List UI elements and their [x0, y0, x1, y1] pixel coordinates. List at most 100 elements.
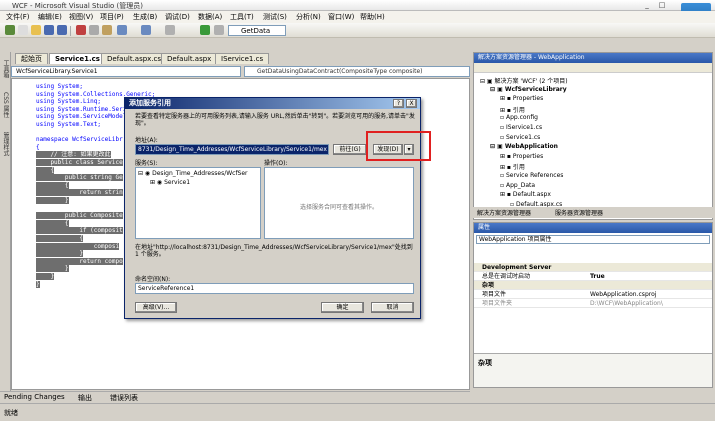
prop-value: WebApplication.csproj	[590, 291, 657, 298]
solution-tree-item[interactable]: ▫ Service1.cs	[500, 134, 540, 141]
tree-item-label: Default.aspx	[512, 191, 551, 199]
save-all-icon[interactable]	[57, 25, 67, 35]
tab-pending-changes[interactable]: Pending Changes	[4, 393, 65, 401]
solution-explorer-title: 解决方案资源管理器 - WebApplication	[474, 53, 712, 63]
advanced-button[interactable]: 高级(V)...	[135, 302, 177, 313]
category-dev-server[interactable]: Development Server	[474, 263, 712, 272]
close-button[interactable]: X	[406, 99, 417, 108]
minimize-button[interactable]: _	[640, 1, 654, 10]
menu-help[interactable]: 帮助(H)	[360, 12, 385, 22]
css-properties-tab[interactable]: CSS 属性	[1, 92, 10, 118]
solution-tree-item[interactable]: ▫ App.config	[500, 114, 538, 121]
code-line: {	[36, 235, 83, 242]
tab-server-explorer[interactable]: 服务器资源管理器	[555, 208, 603, 217]
menu-file[interactable]: 文件(F)	[6, 12, 30, 22]
go-button[interactable]: 前往(G)	[333, 144, 367, 155]
solution-tree-item[interactable]: ⊟ ▣ 解决方案 'WCF' (2 个项目)	[480, 76, 568, 85]
undo-icon[interactable]	[117, 25, 127, 35]
ok-button[interactable]: 确定	[321, 302, 364, 313]
prop-row[interactable]: 总是在调试时启动 True	[474, 272, 712, 281]
solution-explorer: 解决方案资源管理器 - WebApplication ⊟ ▣ 解决方案 'WCF…	[473, 52, 713, 220]
category-misc[interactable]: 杂项	[474, 281, 712, 290]
tab-output[interactable]: 输出	[78, 393, 92, 403]
copy-icon[interactable]	[89, 25, 99, 35]
menu-view[interactable]: 视图(V)	[69, 12, 93, 22]
paste-icon[interactable]	[102, 25, 112, 35]
menu-analyze[interactable]: 分析(N)	[296, 12, 321, 22]
save-icon[interactable]	[44, 25, 54, 35]
menu-tools[interactable]: 工具(T)	[230, 12, 254, 22]
method-dropdown[interactable]: GetDataUsingDataContract(CompositeType c…	[244, 66, 470, 77]
menu-data[interactable]: 数据(A)	[198, 12, 222, 22]
cut-icon[interactable]	[76, 25, 86, 35]
menu-bar: 文件(F) 编辑(E) 视图(V) 项目(P) 生成(B) 调试(D) 数据(A…	[0, 11, 715, 23]
find-combo[interactable]: GetData	[228, 25, 286, 36]
address-label: 地址(A):	[135, 137, 158, 144]
prop-row[interactable]: 项目文件夹 D:\WCF\WebApplication\	[474, 299, 712, 308]
maximize-button[interactable]: □	[655, 1, 669, 10]
code-line: }	[36, 280, 40, 288]
menu-project[interactable]: 项目(P)	[100, 12, 124, 22]
solution-tree-item[interactable]: ⊞ ▪ Properties	[500, 95, 543, 102]
config-icon[interactable]	[214, 25, 224, 35]
service-tree-node[interactable]: ⊞ ◉ Service1	[150, 179, 190, 186]
solution-tree-item[interactable]: ⊟ ▣ WebApplication	[490, 143, 558, 150]
add-item-icon[interactable]	[18, 25, 28, 35]
tab-default-aspx-cs[interactable]: Default.aspx.cs	[101, 53, 168, 64]
tab-error-list[interactable]: 错误列表	[110, 393, 138, 403]
solution-tree-item[interactable]: ⊞ ▪ Default.aspx	[500, 191, 551, 198]
menu-edit[interactable]: 编辑(E)	[38, 12, 62, 22]
tree-item-label: 引用	[512, 106, 525, 114]
dialog-intro: 若要查看特定服务器上的可用服务列表,请输入服务 URL,然后单击"转到"。若要浏…	[135, 113, 415, 127]
tab-service1-cs[interactable]: Service1.cs	[49, 53, 106, 64]
menu-build[interactable]: 生成(B)	[133, 12, 157, 22]
manage-styles-tab[interactable]: 管理样式	[1, 132, 10, 156]
prop-name: 项目文件	[482, 291, 507, 298]
redo-icon[interactable]	[141, 25, 151, 35]
start-debug-icon[interactable]	[200, 25, 210, 35]
navigate-back-icon[interactable]	[165, 25, 175, 35]
open-icon[interactable]	[31, 25, 41, 35]
services-tree[interactable]: ⊟ ◉ Design_Time_Addresses/WcfSer ⊞ ◉ Ser…	[135, 167, 261, 239]
namespace-label: 命名空间(N):	[135, 276, 171, 283]
solution-tree-item[interactable]: ⊞ ▪ 引用	[500, 162, 525, 171]
expand-icon: ⊟ ◉	[138, 170, 153, 177]
toolbox-tab[interactable]: 工具箱	[1, 60, 10, 78]
tab-start-page[interactable]: 起始页	[15, 53, 48, 64]
menu-debug[interactable]: 调试(D)	[165, 12, 190, 22]
class-dropdown[interactable]: WcfServiceLibrary.Service1	[11, 66, 241, 77]
expand-icon: ⊞ ◉	[150, 179, 165, 186]
tree-item-label: App_Data	[505, 181, 536, 189]
window-title: WCF - Microsoft Visual Studio (管理员)	[12, 2, 143, 10]
service-tree-node[interactable]: ⊟ ◉ Design_Time_Addresses/WcfSer	[138, 170, 248, 177]
solution-tree-item[interactable]: ▫ Service References	[500, 172, 563, 179]
tree-item-label: Properties	[512, 95, 544, 103]
tab-solution-explorer[interactable]: 解决方案资源管理器	[477, 208, 531, 217]
solution-tree-item[interactable]: ▫ App_Data	[500, 182, 535, 189]
prop-row[interactable]: 项目文件 WebApplication.csproj	[474, 290, 712, 299]
properties-object-combo[interactable]: WebApplication 项目属性	[476, 235, 710, 244]
tree-item-label: IService1.cs	[505, 124, 543, 131]
solution-tree-item[interactable]: ▫ IService1.cs	[500, 124, 542, 131]
tree-node-icon: ⊟ ▣	[490, 143, 505, 151]
menu-window[interactable]: 窗口(W)	[328, 12, 354, 22]
dialog-title: 添加服务引用	[125, 98, 420, 109]
address-input[interactable]: 8731/Design_Time_Addresses/WcfServiceLib…	[135, 144, 329, 155]
solution-tree-item[interactable]: ⊞ ▪ 引用	[500, 105, 525, 114]
solution-tree-item[interactable]: ⊟ ▣ WcfServiceLibrary	[490, 86, 567, 93]
new-project-icon[interactable]	[5, 25, 15, 35]
tab-iservice1-cs[interactable]: IService1.cs	[215, 53, 270, 64]
code-line: public class Service	[36, 159, 123, 166]
title-bar: WCF - Microsoft Visual Studio (管理员) _ □	[0, 0, 715, 11]
solution-tree-item[interactable]: ⊞ ▪ Properties	[500, 153, 543, 160]
namespace-input[interactable]: ServiceReference1	[135, 283, 414, 294]
help-button[interactable]: ?	[393, 99, 404, 108]
found-services-text: 在地址"http://localhost:8731/Design_Time_Ad…	[135, 244, 413, 258]
tree-item-label: 引用	[512, 164, 525, 172]
tree-node-icon: ⊞ ▪	[500, 164, 513, 172]
code-line: composi	[36, 242, 120, 250]
tab-default-aspx[interactable]: Default.aspx	[161, 53, 218, 64]
menu-test[interactable]: 测试(S)	[263, 12, 287, 22]
operations-list[interactable]: 选择服务合同可查看其操作。	[264, 167, 414, 239]
cancel-button[interactable]: 取消	[371, 302, 414, 313]
